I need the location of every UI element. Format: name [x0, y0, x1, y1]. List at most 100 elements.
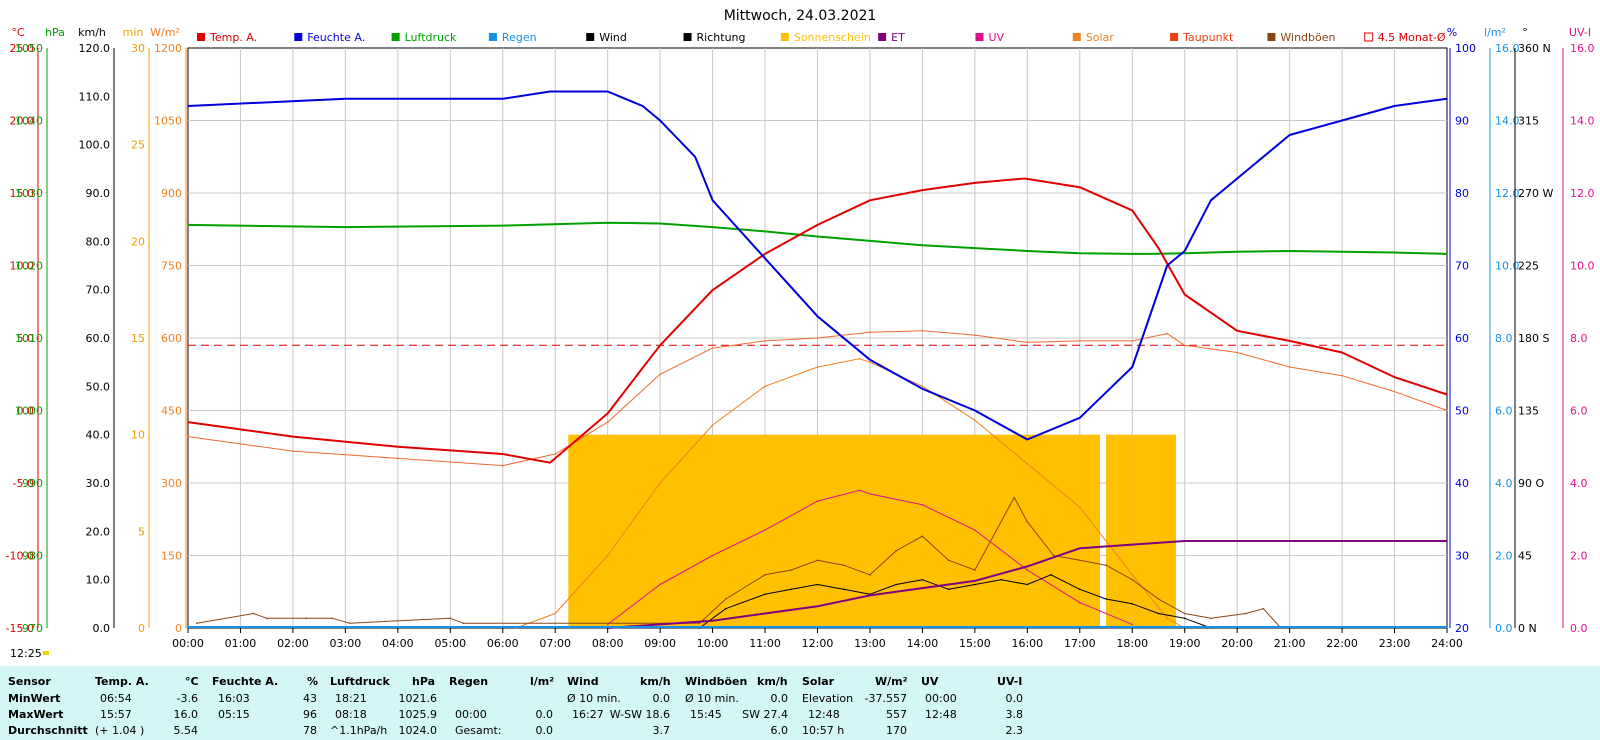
- legend-label: Regen: [502, 31, 537, 44]
- data-point: [1183, 293, 1186, 296]
- time-readout-marker: [43, 651, 49, 655]
- data-point: [1149, 253, 1152, 255]
- legend-item-uv: UV: [975, 31, 1005, 44]
- data-point: [462, 622, 465, 624]
- axis-tick-label: 120.0: [79, 42, 111, 55]
- axis-tick-label: 4.0: [1495, 477, 1513, 490]
- data-point: [344, 226, 347, 228]
- min-solar-label: Elevation: [802, 692, 854, 705]
- axis-tick-label: 8.0: [1570, 332, 1588, 345]
- data-point: [1393, 251, 1396, 254]
- data-point: [1026, 565, 1029, 568]
- data-point: [1183, 344, 1186, 347]
- hdr-solar-unit: W/m²: [875, 675, 908, 688]
- data-point: [921, 385, 924, 388]
- axis-tick-label: 90 O: [1518, 477, 1544, 490]
- hdr-hum-unit: %: [307, 675, 319, 688]
- left-axes: °C25.020.015.010.05.00.0-5.0-10.0-15.0hP…: [6, 26, 187, 635]
- series-sonnenschein: [568, 434, 1176, 628]
- legend-swatch: [878, 33, 887, 41]
- data-point: [305, 617, 307, 620]
- data-point: [1157, 598, 1160, 600]
- data-point: [1050, 574, 1052, 576]
- data-point: [711, 347, 714, 349]
- data-point: [711, 289, 714, 291]
- data-point: [764, 230, 766, 233]
- legend-item-et: ET: [878, 31, 905, 44]
- axis-tick-label: 8.0: [1495, 332, 1513, 345]
- data-point: [1026, 438, 1029, 441]
- axis-unit: °C: [11, 26, 25, 39]
- data-point: [1236, 250, 1238, 253]
- axis-tick-label: 12.0: [1570, 187, 1595, 200]
- data-point: [344, 97, 347, 100]
- data-point: [1288, 340, 1291, 342]
- data-point: [974, 419, 976, 421]
- summary-table: Sensor MinWert MaxWert Durchschnitt Temp…: [0, 666, 1600, 740]
- min-press-time: 18:21: [335, 692, 367, 705]
- data-point: [895, 583, 897, 586]
- axis-tick-label: 970: [22, 622, 43, 635]
- data-point: [974, 583, 976, 586]
- data-point: [711, 226, 714, 228]
- axis-left-w-m-4: W/m² 1200 1050 900 750 600 450 300 150 0: [150, 26, 187, 635]
- data-point: [1052, 554, 1055, 557]
- legend-item-solar: Solar: [1072, 31, 1114, 44]
- data-point: [659, 583, 661, 586]
- axis-tick-label: 300: [161, 477, 182, 490]
- legend-label: Temp. A.: [209, 31, 257, 44]
- legend-label: Wind: [599, 31, 627, 44]
- data-point: [1166, 332, 1169, 335]
- data-point: [659, 373, 661, 376]
- data-point: [1000, 578, 1002, 581]
- data-point: [1393, 376, 1396, 378]
- sunshine-bar: [1106, 434, 1133, 628]
- axis-tick-label: 1000: [15, 405, 43, 418]
- axis-right-uv-i-3: UV-I 16.0 14.0 12.0 10.0 8.0 6.0 4.0 2.0 0.0: [1562, 26, 1595, 635]
- data-point: [694, 155, 696, 158]
- data-point: [858, 357, 861, 360]
- data-point: [1245, 612, 1247, 615]
- hdr-wind: Wind: [567, 675, 599, 688]
- data-point: [641, 105, 644, 107]
- x-tick-label: 22:00: [1326, 637, 1358, 650]
- data-point: [764, 385, 766, 388]
- data-point: [974, 334, 976, 336]
- data-point: [659, 344, 661, 347]
- axis-tick-label: 1010: [15, 332, 43, 345]
- data-point: [501, 464, 504, 467]
- axis-tick-label: 0.0: [1570, 622, 1588, 635]
- data-point: [1131, 574, 1134, 576]
- avg-rain-label: Gesamt:: [455, 724, 502, 737]
- min-gust-val: 0.0: [770, 692, 789, 705]
- avg-solar-label: 10:57 h: [802, 724, 845, 737]
- hdr-sensor: Sensor: [8, 675, 51, 688]
- axis-tick-label: 100: [1455, 42, 1476, 55]
- data-point: [606, 412, 609, 415]
- data-point: [1131, 578, 1134, 581]
- axis-tick-label: 70: [1455, 260, 1469, 273]
- row-avg-label: Durchschnitt: [8, 724, 88, 737]
- axis-tick-label: 50.0: [86, 380, 111, 393]
- axis-tick-label: 90: [1455, 115, 1469, 128]
- axis-tick-label: 14.0: [1495, 115, 1520, 128]
- data-point: [606, 554, 609, 557]
- axis-tick-label: 6.0: [1495, 405, 1513, 418]
- axis-tick-label: 80: [1455, 187, 1469, 200]
- legend-label: Richtung: [697, 31, 746, 44]
- axis-tick-label: 16.0: [1495, 42, 1520, 55]
- axis-tick-label: 315: [1518, 115, 1539, 128]
- chart-title: Mittwoch, 24.03.2021: [724, 8, 877, 24]
- axis-tick-label: 600: [161, 332, 182, 345]
- plot-area: [187, 47, 1448, 629]
- legend: Temp. A. Feuchte A. Luftdruck Regen Wind Rich…: [197, 31, 1446, 44]
- x-tick-label: 09:00: [644, 637, 676, 650]
- data-point: [1183, 612, 1186, 615]
- x-tick-label: 13:00: [854, 637, 886, 650]
- axis-left-hpa-1: hPa1050 1040 1030 1020 1010 1000 990 980 970: [15, 26, 65, 635]
- x-tick-label: 04:00: [382, 637, 414, 650]
- data-point: [764, 593, 766, 595]
- data-point: [501, 97, 504, 100]
- x-tick-label: 10:00: [697, 637, 729, 650]
- x-tick-label: 00:00: [172, 637, 204, 650]
